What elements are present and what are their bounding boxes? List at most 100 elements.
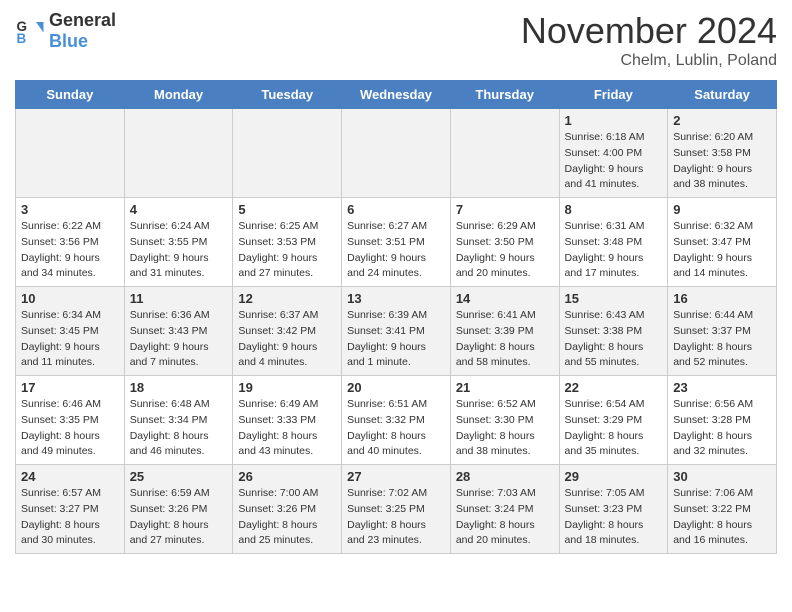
col-header-saturday: Saturday [668,81,777,109]
header: G B General Blue November 2024 Chelm, Lu… [15,10,777,70]
calendar-cell: 2Sunrise: 6:20 AMSunset: 3:58 PMDaylight… [668,109,777,198]
day-info: Sunrise: 7:05 AMSunset: 3:23 PMDaylight:… [565,486,663,549]
calendar-cell: 20 Sunrise: 6:51 AMSunset: 3:32 PMDayligh… [342,376,451,465]
day-info: Sunrise: 6:41 AMSunset: 3:39 PMDaylight:… [456,308,554,371]
calendar-cell: 17 Sunrise: 6:46 AMSunset: 3:35 PMDayligh… [16,376,125,465]
calendar-cell: 12Sunrise: 6:37 AMSunset: 3:42 PMDayligh… [233,287,342,376]
day-info: Sunrise: 6:18 AMSunset: 4:00 PMDaylight:… [565,130,663,193]
calendar-cell: 19 Sunrise: 6:49 AMSunset: 3:33 PMDayligh… [233,376,342,465]
day-info: Sunrise: 6:22 AMSunset: 3:56 PMDaylight:… [21,219,119,282]
calendar-cell: 23 Sunrise: 6:56 AMSunset: 3:28 PMDayligh… [668,376,777,465]
day-number: 1 [565,113,663,128]
calendar-cell [450,109,559,198]
calendar-cell: 5Sunrise: 6:25 AMSunset: 3:53 PMDaylight… [233,198,342,287]
day-info: Sunrise: 6:57 AMSunset: 3:27 PMDaylight:… [21,486,119,549]
day-number: 27 [347,469,445,484]
day-info: Sunrise: 6:34 AMSunset: 3:45 PMDaylight:… [21,308,119,371]
day-number: 28 [456,469,554,484]
calendar-week-4: 17 Sunrise: 6:46 AMSunset: 3:35 PMDayligh… [16,376,777,465]
calendar-cell: 6 Sunrise: 6:27 AMSunset: 3:51 PMDaylight… [342,198,451,287]
calendar-cell: 28Sunrise: 7:03 AMSunset: 3:24 PMDayligh… [450,465,559,554]
day-info: Sunrise: 6:20 AMSunset: 3:58 PMDaylight:… [673,130,771,193]
day-number: 26 [238,469,336,484]
day-number: 21 [456,380,554,395]
calendar-week-3: 10 Sunrise: 6:34 AMSunset: 3:45 PMDayligh… [16,287,777,376]
day-number: 8 [565,202,663,217]
day-info: Sunrise: 6:51 AMSunset: 3:32 PMDaylight:… [347,397,445,460]
day-info: Sunrise: 6:31 AMSunset: 3:48 PMDaylight:… [565,219,663,282]
day-number: 23 [673,380,771,395]
calendar-cell: 1 Sunrise: 6:18 AMSunset: 4:00 PMDaylight… [559,109,668,198]
day-info: Sunrise: 6:49 AMSunset: 3:33 PMDaylight:… [238,397,336,460]
calendar-cell: 10 Sunrise: 6:34 AMSunset: 3:45 PMDayligh… [16,287,125,376]
calendar-cell: 14Sunrise: 6:41 AMSunset: 3:39 PMDayligh… [450,287,559,376]
calendar-cell: 27 Sunrise: 7:02 AMSunset: 3:25 PMDayligh… [342,465,451,554]
calendar-week-1: 1 Sunrise: 6:18 AMSunset: 4:00 PMDaylight… [16,109,777,198]
calendar-cell: 3 Sunrise: 6:22 AMSunset: 3:56 PMDaylight… [16,198,125,287]
day-number: 13 [347,291,445,306]
calendar-cell: 26Sunrise: 7:00 AMSunset: 3:26 PMDayligh… [233,465,342,554]
day-info: Sunrise: 6:48 AMSunset: 3:34 PMDaylight:… [130,397,228,460]
calendar-table: SundayMondayTuesdayWednesdayThursdayFrid… [15,80,777,554]
day-info: Sunrise: 6:24 AMSunset: 3:55 PMDaylight:… [130,219,228,282]
calendar-cell: 29 Sunrise: 7:05 AMSunset: 3:23 PMDayligh… [559,465,668,554]
calendar-cell: 15Sunrise: 6:43 AMSunset: 3:38 PMDayligh… [559,287,668,376]
day-info: Sunrise: 6:59 AMSunset: 3:26 PMDaylight:… [130,486,228,549]
day-info: Sunrise: 6:54 AMSunset: 3:29 PMDaylight:… [565,397,663,460]
day-number: 17 [21,380,119,395]
day-info: Sunrise: 6:39 AMSunset: 3:41 PMDaylight:… [347,308,445,371]
logo: G B General Blue [15,10,116,52]
day-info: Sunrise: 6:43 AMSunset: 3:38 PMDaylight:… [565,308,663,371]
calendar-cell: 11Sunrise: 6:36 AMSunset: 3:43 PMDayligh… [124,287,233,376]
calendar-cell: 30 Sunrise: 7:06 AMSunset: 3:22 PMDayligh… [668,465,777,554]
day-number: 9 [673,202,771,217]
day-number: 4 [130,202,228,217]
calendar-cell [124,109,233,198]
day-info: Sunrise: 6:44 AMSunset: 3:37 PMDaylight:… [673,308,771,371]
day-number: 22 [565,380,663,395]
calendar-week-5: 24Sunrise: 6:57 AMSunset: 3:27 PMDayligh… [16,465,777,554]
calendar-cell: 9 Sunrise: 6:32 AMSunset: 3:47 PMDaylight… [668,198,777,287]
day-number: 29 [565,469,663,484]
day-number: 25 [130,469,228,484]
day-info: Sunrise: 6:46 AMSunset: 3:35 PMDaylight:… [21,397,119,460]
day-number: 20 [347,380,445,395]
day-info: Sunrise: 6:56 AMSunset: 3:28 PMDaylight:… [673,397,771,460]
day-info: Sunrise: 6:52 AMSunset: 3:30 PMDaylight:… [456,397,554,460]
calendar-cell: 22 Sunrise: 6:54 AMSunset: 3:29 PMDayligh… [559,376,668,465]
calendar-cell [233,109,342,198]
calendar-cell: 25 Sunrise: 6:59 AMSunset: 3:26 PMDayligh… [124,465,233,554]
day-info: Sunrise: 6:27 AMSunset: 3:51 PMDaylight:… [347,219,445,282]
day-info: Sunrise: 6:36 AMSunset: 3:43 PMDaylight:… [130,308,228,371]
calendar-cell: 4 Sunrise: 6:24 AMSunset: 3:55 PMDaylight… [124,198,233,287]
col-header-thursday: Thursday [450,81,559,109]
day-number: 10 [21,291,119,306]
calendar-cell: 21 Sunrise: 6:52 AMSunset: 3:30 PMDayligh… [450,376,559,465]
calendar-cell [342,109,451,198]
day-number: 19 [238,380,336,395]
day-number: 16 [673,291,771,306]
day-number: 6 [347,202,445,217]
day-number: 7 [456,202,554,217]
day-number: 18 [130,380,228,395]
col-header-sunday: Sunday [16,81,125,109]
calendar-cell: 24Sunrise: 6:57 AMSunset: 3:27 PMDayligh… [16,465,125,554]
day-info: Sunrise: 7:02 AMSunset: 3:25 PMDaylight:… [347,486,445,549]
col-header-monday: Monday [124,81,233,109]
day-info: Sunrise: 7:06 AMSunset: 3:22 PMDaylight:… [673,486,771,549]
day-number: 3 [21,202,119,217]
day-info: Sunrise: 6:32 AMSunset: 3:47 PMDaylight:… [673,219,771,282]
calendar-cell: 13 Sunrise: 6:39 AMSunset: 3:41 PMDayligh… [342,287,451,376]
calendar-cell: 18 Sunrise: 6:48 AMSunset: 3:34 PMDayligh… [124,376,233,465]
svg-text:B: B [17,31,27,46]
day-number: 12 [238,291,336,306]
location: Chelm, Lublin, Poland [521,52,777,70]
month-title: November 2024 [521,10,777,52]
calendar-cell: 16 Sunrise: 6:44 AMSunset: 3:37 PMDayligh… [668,287,777,376]
day-number: 30 [673,469,771,484]
calendar-cell [16,109,125,198]
col-header-friday: Friday [559,81,668,109]
logo-general: General [49,10,116,31]
day-number: 5 [238,202,336,217]
calendar-page: G B General Blue November 2024 Chelm, Lu… [0,0,792,564]
